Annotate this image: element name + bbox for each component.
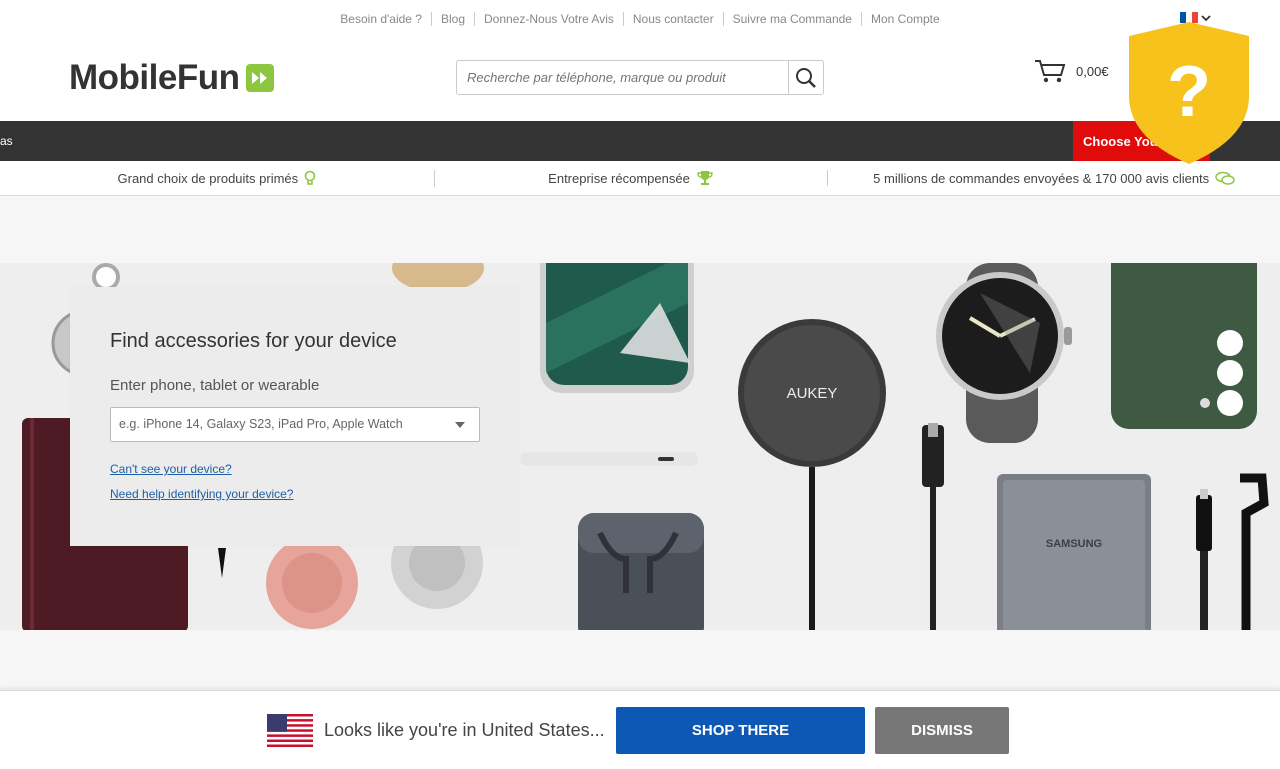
cart[interactable]: 0,00€ [1034, 58, 1109, 84]
aukey-label: AUKEY [787, 385, 838, 402]
usp-text: Entreprise récompensée [548, 170, 690, 186]
us-flag-icon [267, 714, 313, 747]
top-utility-bar: Besoin d'aide ? Blog Donnez-Nous Votre Avi… [0, 0, 1280, 36]
feedback-link[interactable]: Donnez-Nous Votre Avis [474, 12, 623, 26]
finder-title: Find accessories for your device [110, 330, 397, 352]
logo-text: MobileFun [69, 58, 240, 97]
power-bank-image: SAMSUNG [997, 474, 1151, 630]
phone-screen-protector-image [540, 263, 694, 393]
dropdown-arrow-icon [455, 422, 465, 428]
help-identify-device-link[interactable]: Need help identifying your device? [110, 487, 293, 501]
search-input[interactable] [457, 61, 788, 94]
braided-cable-image [1196, 473, 1269, 630]
question-mark: ? [1167, 52, 1211, 132]
fast-forward-icon [246, 64, 275, 92]
usb-c-cable-image [922, 423, 944, 630]
smartwatch-image [936, 263, 1072, 443]
usp-text: Grand choix de produits primés [117, 170, 299, 186]
nav-item-partial[interactable]: as [0, 134, 13, 148]
usp-strip: Grand choix de produits primés Entrepris… [0, 161, 1280, 196]
cart-total: 0,00€ [1076, 63, 1109, 79]
my-account-link[interactable]: Mon Compte [860, 12, 949, 26]
trophy-icon [697, 171, 713, 185]
track-order-link[interactable]: Suivre ma Commande [722, 12, 861, 26]
geo-message: Looks like you're in United States... [324, 720, 605, 740]
search-button[interactable] [788, 61, 823, 94]
phone-case-image [1111, 263, 1257, 429]
device-select-placeholder: e.g. iPhone 14, Galaxy S23, iPad Pro, Ap… [119, 417, 403, 431]
shop-there-button[interactable]: SHOP THERE [616, 707, 865, 754]
logo[interactable]: MobileFun [69, 58, 275, 98]
cart-icon [1035, 60, 1066, 83]
usp-item: 5 millions de commandes envoyées & 170 0… [828, 171, 1280, 186]
chat-icon [1215, 171, 1235, 185]
finder-label: Enter phone, tablet or wearable [110, 377, 320, 394]
lightbulb-icon [304, 170, 316, 185]
top-links: Besoin d'aide ? Blog Donnez-Nous Votre Avi… [0, 12, 1280, 26]
wireless-charger-image: AUKEY [738, 319, 886, 630]
site-header: MobileFun 0,00€ [0, 36, 1280, 121]
device-finder-card: Find accessories for your device Enter p… [70, 287, 519, 546]
cant-see-device-link[interactable]: Can't see your device? [110, 462, 232, 476]
help-link[interactable]: Besoin d'aide ? [331, 12, 431, 26]
usp-item: Entreprise récompensée [435, 170, 829, 186]
question-shield-icon[interactable]: ? [1127, 20, 1251, 166]
search-bar [456, 60, 824, 95]
blog-link[interactable]: Blog [430, 12, 475, 26]
usp-text: 5 millions de commandes envoyées & 170 0… [873, 170, 1210, 186]
geo-redirect-bar: Looks like you're in United States... SH… [0, 690, 1280, 769]
earbuds-case-image [578, 513, 704, 630]
search-icon [796, 67, 816, 88]
stylus-image [218, 548, 226, 578]
contact-link[interactable]: Nous contacter [622, 12, 723, 26]
usp-item: Grand choix de produits primés [0, 169, 435, 187]
device-select[interactable]: e.g. iPhone 14, Galaxy S23, iPad Pro, Ap… [110, 407, 480, 442]
samsung-label: SAMSUNG [1046, 538, 1102, 550]
main-nav: as Choose Your [0, 121, 1280, 161]
dismiss-button[interactable]: DISMISS [875, 707, 1009, 754]
